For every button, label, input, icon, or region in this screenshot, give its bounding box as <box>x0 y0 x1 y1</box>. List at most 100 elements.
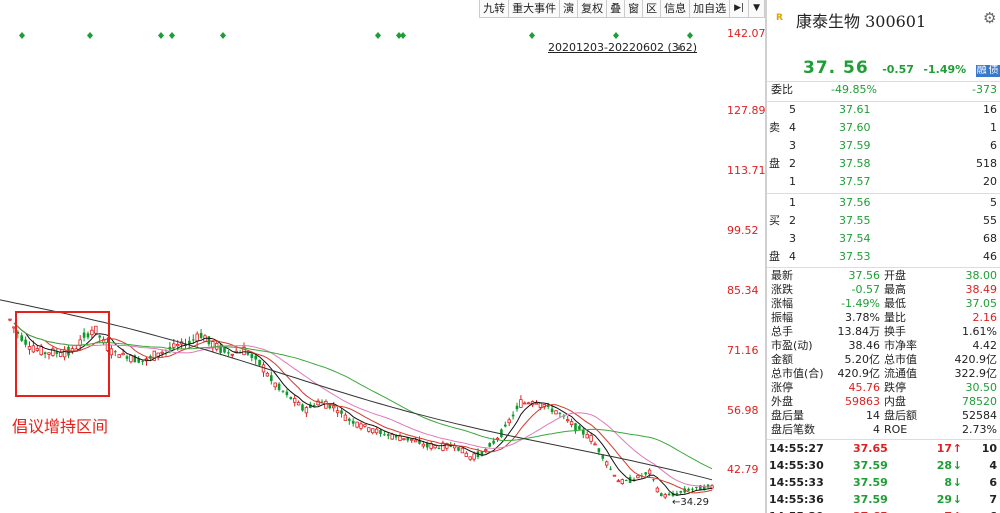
candle-body-down <box>504 424 507 427</box>
candle-body-up <box>647 469 652 475</box>
stat-label: 总市值(合) <box>771 367 824 380</box>
webi-row: 委比 -49.85% -373 <box>767 82 1000 98</box>
stat-label: 内盘 <box>884 395 906 408</box>
stat-row: 盘后量 14 盘后额 52584 <box>767 409 1000 423</box>
webi-label: 委比 <box>771 83 793 96</box>
candle-body-up <box>121 352 125 356</box>
sell-level-index: 2 <box>789 157 796 170</box>
sell-level-index: 1 <box>789 175 796 188</box>
candle-body-up <box>507 419 511 424</box>
stat-value: 37.56 <box>848 269 881 282</box>
stat-value: 2.16 <box>972 311 998 324</box>
candle-body-up <box>593 443 597 446</box>
candle-body-down <box>277 383 281 390</box>
event-marker-icon <box>613 32 619 39</box>
candle-body-down <box>250 354 254 358</box>
stat-value: 37.05 <box>965 297 998 310</box>
more-button[interactable]: ▼ <box>749 0 765 17</box>
candle-body-up <box>495 437 500 440</box>
candle-body-down <box>383 434 386 436</box>
candle-body-up <box>534 402 539 405</box>
candle-body-up <box>160 351 164 354</box>
candle-body-down <box>687 488 690 491</box>
kline-chart[interactable] <box>0 0 765 513</box>
stat-label: ROE <box>884 423 908 436</box>
stat-label: 流通值 <box>884 367 917 380</box>
sell-level-row: 3 37.59 6 <box>767 138 1000 154</box>
stat-label: 最高 <box>884 283 906 296</box>
event-marker-icon <box>87 32 93 39</box>
gear-icon[interactable]: ⚙ <box>983 9 996 27</box>
ma60-line <box>13 322 713 470</box>
stat-value: 38.46 <box>848 339 881 352</box>
info-button[interactable]: 信息 <box>661 0 691 17</box>
candle-body-up <box>374 428 379 434</box>
candle-body-down <box>660 493 663 497</box>
stat-value: 2.73% <box>962 423 997 436</box>
candle-body-up <box>460 448 465 454</box>
candle-body-up <box>304 407 309 414</box>
stat-row: 总手 13.84万 换手 1.61% <box>767 325 1000 339</box>
arrow-down-icon: ↓ <box>952 459 962 472</box>
arrow-up-icon: ↑ <box>952 442 962 455</box>
candle-body-down <box>582 430 585 435</box>
buy-volume: 5 <box>990 196 997 209</box>
bond-badge[interactable]: 债 <box>987 65 1000 77</box>
sell-level-row: 5 37.61 16 <box>767 102 1000 118</box>
step-button[interactable]: ▶| <box>730 0 750 17</box>
candle-body-down <box>246 352 250 355</box>
window-button[interactable]: 窗 <box>625 0 644 17</box>
trade-tick-row: 14:55:36 37.59 29 ↓ 7 <box>767 492 1000 508</box>
candle-body-down <box>340 410 343 414</box>
candle-body-down <box>125 356 129 359</box>
r-badge: R <box>776 13 783 23</box>
candle-body-up <box>402 438 406 441</box>
stat-value: 13.84万 <box>837 325 881 338</box>
candle-body-up <box>367 427 371 432</box>
stat-value: 322.9亿 <box>954 367 998 380</box>
candle-body-up <box>421 443 426 447</box>
stat-value: 38.00 <box>965 269 998 282</box>
buy-level-index: 2 <box>789 214 796 227</box>
candle-body-down <box>281 390 285 392</box>
tick-volume: 17 <box>936 442 952 455</box>
candle-body-down <box>695 486 698 488</box>
date-range-label[interactable]: 20201203-20220602 (362) <box>548 41 697 54</box>
candle-body-up <box>620 479 624 485</box>
candle-body-down <box>601 455 605 459</box>
annotation-box <box>15 311 110 397</box>
price-tick-label: 113.71 <box>727 164 766 177</box>
restore-rights-button[interactable]: 复权 <box>578 0 608 17</box>
stat-row: 盘后笔数 4 ROE 2.73% <box>767 423 1000 437</box>
candle-body-down <box>254 355 257 360</box>
candle-body-up <box>331 405 336 409</box>
margin-badge[interactable]: 融 <box>975 65 988 77</box>
candle-body-down <box>652 479 655 481</box>
stat-value: 45.76 <box>848 381 881 394</box>
price-tick-label: 99.52 <box>727 224 759 237</box>
lock-icon[interactable]: 🔒︎ <box>677 42 682 53</box>
stat-label: 涨跌 <box>771 283 793 296</box>
candle-body-down <box>515 405 519 410</box>
nine-turn-button[interactable]: 九转 <box>480 0 510 17</box>
range-button[interactable]: 区 <box>643 0 662 17</box>
candle-body-down <box>387 434 390 436</box>
event-marker-icon <box>375 32 381 39</box>
stat-value: 52584 <box>962 409 997 422</box>
buy-volume: 55 <box>983 214 997 227</box>
sell-level-index: 4 <box>789 121 796 134</box>
play-button[interactable]: 演 <box>560 0 579 17</box>
candle-body-up <box>8 318 12 321</box>
price-tick-label: 85.34 <box>727 284 759 297</box>
buy-level-row: 1 37.56 5 <box>767 195 1000 211</box>
overlay-button[interactable]: 叠 <box>607 0 626 17</box>
sell-level-index: 5 <box>789 103 796 116</box>
arrow-down-icon: ↓ <box>952 476 962 489</box>
candle-body-down <box>488 442 491 447</box>
major-events-button[interactable]: 重大事件 <box>509 0 561 17</box>
add-watchlist-button[interactable]: 加自选 <box>690 0 731 17</box>
candle-body-down <box>227 352 230 354</box>
candle-body-down <box>258 359 261 366</box>
kline-chart-area[interactable]: 九转 重大事件演复权叠窗区信息 加自选 ▶| ▼ 20201203-20220602 (… <box>0 0 766 513</box>
candle-body-up <box>663 494 667 498</box>
